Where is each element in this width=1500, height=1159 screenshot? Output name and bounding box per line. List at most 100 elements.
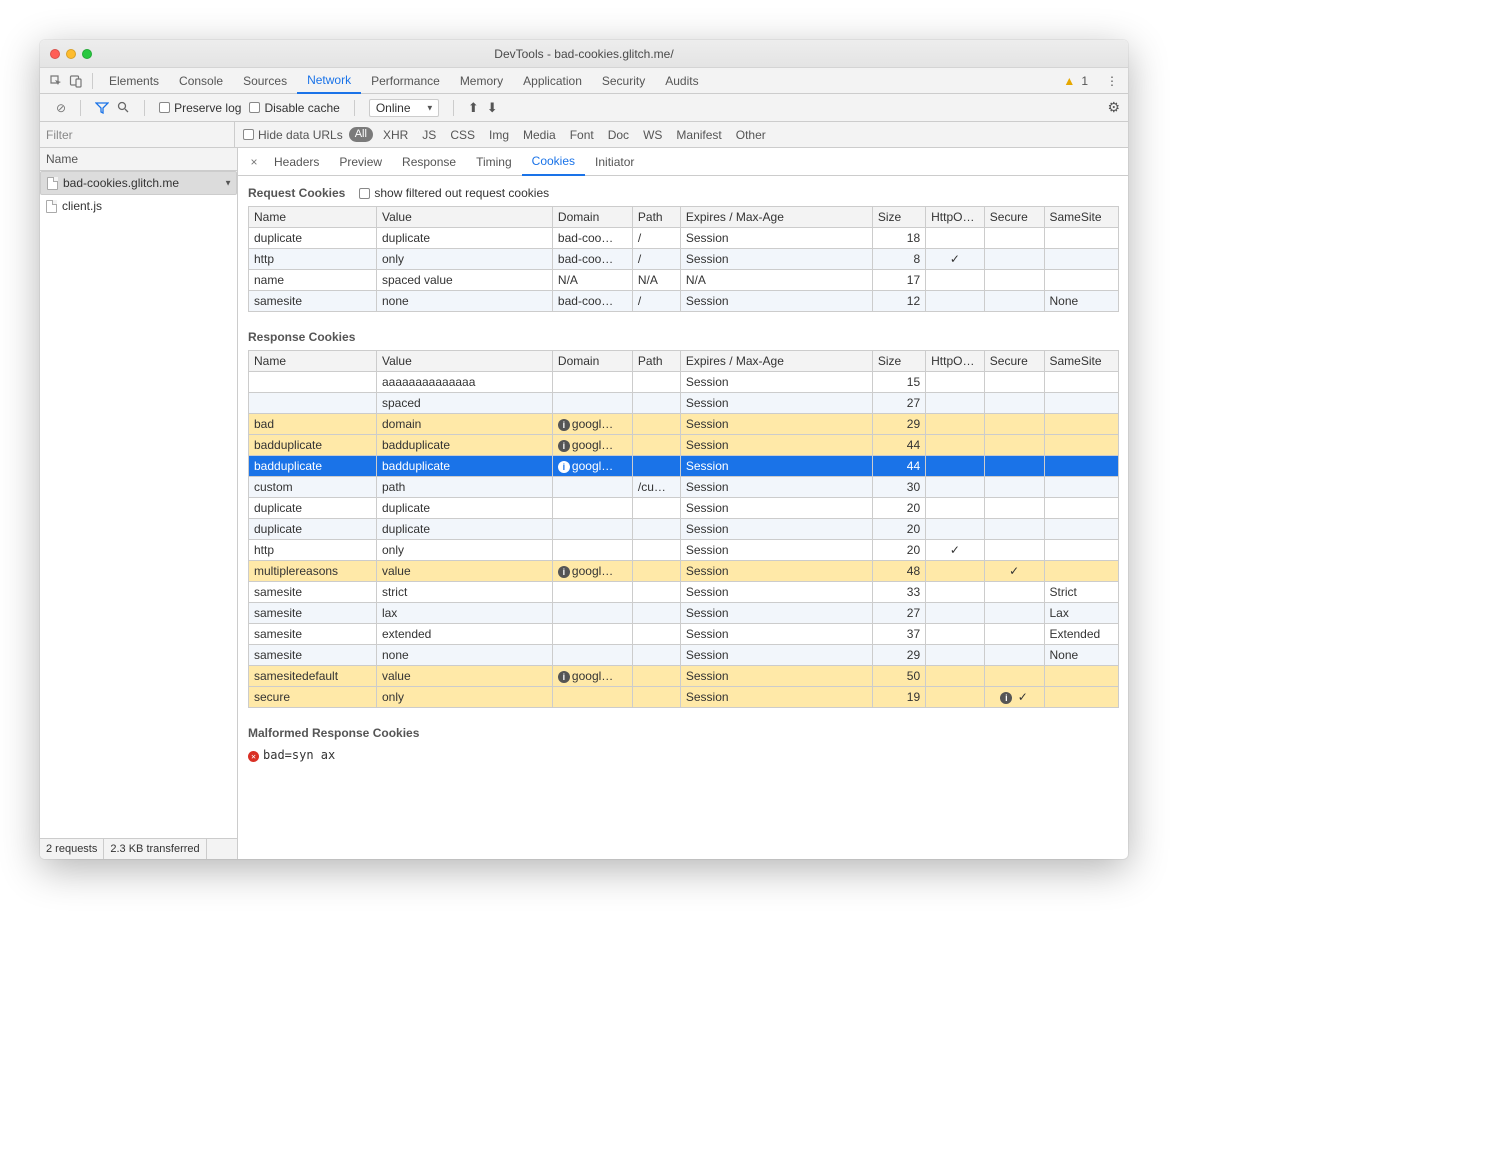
col-header[interactable]: Value xyxy=(376,207,552,228)
filter-type-media[interactable]: Media xyxy=(519,128,560,142)
col-header[interactable]: SameSite xyxy=(1044,351,1119,372)
document-icon xyxy=(47,177,58,190)
window-title: DevTools - bad-cookies.glitch.me/ xyxy=(40,47,1128,61)
close-detail-icon[interactable]: × xyxy=(244,155,264,169)
request-cookies-table: NameValueDomainPathExpires / Max-AgeSize… xyxy=(248,206,1119,312)
cookie-row[interactable]: custompath/cu…Session30 xyxy=(249,477,1119,498)
col-header[interactable]: Name xyxy=(249,351,377,372)
cookie-row[interactable]: httponlySession20✓ xyxy=(249,540,1119,561)
cookie-row[interactable]: spacedSession27 xyxy=(249,393,1119,414)
request-item[interactable]: client.js xyxy=(40,195,237,217)
filter-type-xhr[interactable]: XHR xyxy=(379,128,412,142)
cookie-row[interactable]: samesitenoneSession29None xyxy=(249,645,1119,666)
cookie-row[interactable]: samesitestrictSession33Strict xyxy=(249,582,1119,603)
filter-type-js[interactable]: JS xyxy=(418,128,440,142)
col-header[interactable]: Domain xyxy=(552,351,632,372)
cookie-row[interactable]: aaaaaaaaaaaaaaSession15 xyxy=(249,372,1119,393)
filter-bar: Filter Hide data URLs All XHR JS CSS Img Medi… xyxy=(40,122,1128,148)
throttling-select[interactable]: Online xyxy=(369,99,439,117)
detail-tab-preview[interactable]: Preview xyxy=(329,148,392,176)
col-header[interactable]: Size xyxy=(872,351,925,372)
main-tab-console[interactable]: Console xyxy=(169,68,233,94)
malformed-entry: ✕bad=syn ax xyxy=(248,746,1128,764)
cookie-row[interactable]: secureonlySession19i ✓ xyxy=(249,687,1119,708)
cookie-row[interactable]: badduplicatebadduplicateigoogl…Session44 xyxy=(249,456,1119,477)
request-item[interactable]: bad-cookies.glitch.me xyxy=(40,171,237,195)
filter-type-img[interactable]: Img xyxy=(485,128,513,142)
filter-type-font[interactable]: Font xyxy=(566,128,598,142)
request-cookies-heading: Request Cookies show filtered out reques… xyxy=(248,186,1128,200)
col-header[interactable]: Size xyxy=(872,207,925,228)
detail-panel: × HeadersPreviewResponseTimingCookiesIni… xyxy=(238,148,1128,859)
cookie-row[interactable]: httponlybad-coo…/Session8✓ xyxy=(249,249,1119,270)
detail-tab-headers[interactable]: Headers xyxy=(264,148,329,176)
main-tab-performance[interactable]: Performance xyxy=(361,68,450,94)
main-tab-application[interactable]: Application xyxy=(513,68,592,94)
filter-type-css[interactable]: CSS xyxy=(446,128,479,142)
cookie-row[interactable]: samesitelaxSession27Lax xyxy=(249,603,1119,624)
cookie-row[interactable]: namespaced valueN/AN/AN/A17 xyxy=(249,270,1119,291)
col-header[interactable]: HttpO… xyxy=(926,351,985,372)
col-header[interactable]: SameSite xyxy=(1044,207,1119,228)
filter-type-all[interactable]: All xyxy=(349,127,373,142)
inspect-icon[interactable] xyxy=(46,74,66,88)
col-header[interactable]: HttpO… xyxy=(926,207,985,228)
cookie-row[interactable]: baddomainigoogl…Session29 xyxy=(249,414,1119,435)
filter-type-other[interactable]: Other xyxy=(732,128,770,142)
filter-type-manifest[interactable]: Manifest xyxy=(672,128,725,142)
col-header[interactable]: Expires / Max-Age xyxy=(680,351,872,372)
detail-tab-cookies[interactable]: Cookies xyxy=(522,148,585,176)
clear-icon[interactable]: ⊘ xyxy=(56,101,66,115)
response-cookies-table: NameValueDomainPathExpires / Max-AgeSize… xyxy=(248,350,1119,708)
col-header[interactable]: Path xyxy=(632,351,680,372)
transfer-size: 2.3 KB transferred xyxy=(104,839,206,859)
col-header[interactable]: Expires / Max-Age xyxy=(680,207,872,228)
cookie-row[interactable]: duplicateduplicateSession20 xyxy=(249,519,1119,540)
warning-count[interactable]: 1 xyxy=(1081,74,1088,88)
settings-icon[interactable]: ⚙ xyxy=(1107,99,1120,116)
device-toggle-icon[interactable] xyxy=(66,74,86,88)
search-icon[interactable] xyxy=(117,101,130,114)
hide-data-urls-checkbox[interactable]: Hide data URLs xyxy=(243,128,343,142)
malformed-heading: Malformed Response Cookies xyxy=(248,726,1128,740)
col-header[interactable]: Path xyxy=(632,207,680,228)
col-header[interactable]: Secure xyxy=(984,351,1044,372)
detail-tab-initiator[interactable]: Initiator xyxy=(585,148,644,176)
preserve-log-checkbox[interactable]: Preserve log xyxy=(159,101,241,115)
download-har-icon[interactable]: ⬇ xyxy=(487,100,498,116)
main-tab-security[interactable]: Security xyxy=(592,68,655,94)
filter-input[interactable]: Filter xyxy=(40,122,235,147)
sidebar-header[interactable]: Name xyxy=(40,148,237,171)
col-header[interactable]: Secure xyxy=(984,207,1044,228)
cookie-row[interactable]: badduplicatebadduplicateigoogl…Session44 xyxy=(249,435,1119,456)
info-icon: i xyxy=(558,671,570,683)
cookie-row[interactable]: multiplereasonsvalueigoogl…Session48✓ xyxy=(249,561,1119,582)
filter-toggle-icon[interactable] xyxy=(95,102,109,114)
filter-type-doc[interactable]: Doc xyxy=(604,128,633,142)
cookie-row[interactable]: samesiteextendedSession37Extended xyxy=(249,624,1119,645)
info-icon: i xyxy=(558,461,570,473)
col-header[interactable]: Value xyxy=(376,351,552,372)
main-tab-memory[interactable]: Memory xyxy=(450,68,513,94)
upload-har-icon[interactable]: ⬆ xyxy=(468,100,479,116)
cookie-row[interactable]: samesitenonebad-coo…/Session12None xyxy=(249,291,1119,312)
document-icon xyxy=(46,200,57,213)
cookie-row[interactable]: samesitedefaultvalueigoogl…Session50 xyxy=(249,666,1119,687)
warning-icon[interactable]: ▲ xyxy=(1063,74,1075,88)
more-menu-icon[interactable]: ⋮ xyxy=(1106,74,1118,88)
main-tab-network[interactable]: Network xyxy=(297,68,361,94)
response-cookies-heading: Response Cookies xyxy=(248,330,1128,344)
show-filtered-checkbox[interactable]: show filtered out request cookies xyxy=(359,186,549,200)
cookie-row[interactable]: duplicateduplicatebad-coo…/Session18 xyxy=(249,228,1119,249)
detail-tab-timing[interactable]: Timing xyxy=(466,148,522,176)
disable-cache-checkbox[interactable]: Disable cache xyxy=(249,101,339,115)
main-tab-sources[interactable]: Sources xyxy=(233,68,297,94)
filter-type-ws[interactable]: WS xyxy=(639,128,666,142)
main-tabsbar: ElementsConsoleSourcesNetworkPerformance… xyxy=(40,68,1128,94)
detail-tab-response[interactable]: Response xyxy=(392,148,466,176)
col-header[interactable]: Domain xyxy=(552,207,632,228)
cookie-row[interactable]: duplicateduplicateSession20 xyxy=(249,498,1119,519)
col-header[interactable]: Name xyxy=(249,207,377,228)
main-tab-audits[interactable]: Audits xyxy=(655,68,708,94)
main-tab-elements[interactable]: Elements xyxy=(99,68,169,94)
